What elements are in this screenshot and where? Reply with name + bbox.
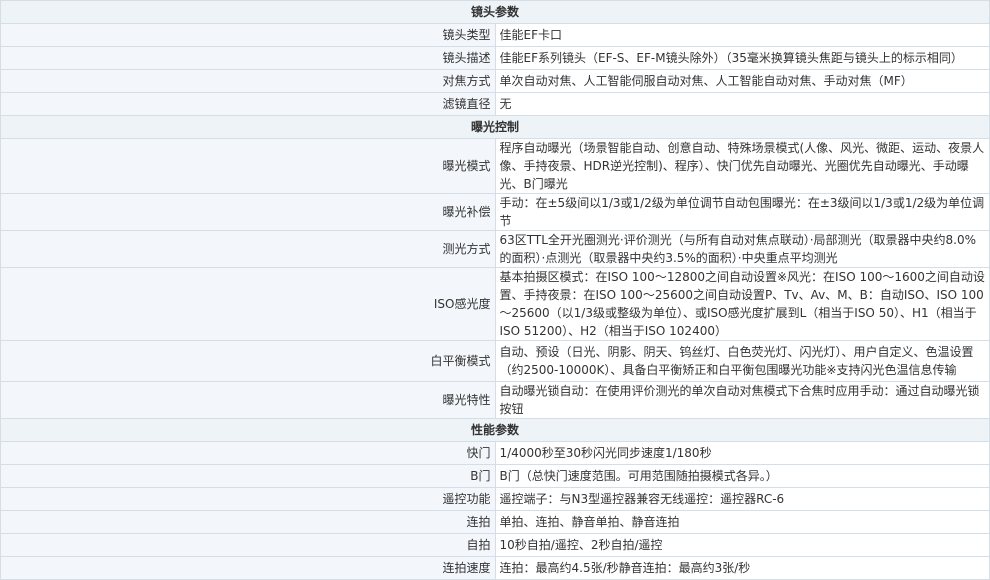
spec-label: 快门	[0, 441, 496, 465]
spec-label: 白平衡模式	[0, 340, 496, 382]
spec-row: 曝光补偿 手动：在±5级间以1/3或1/2级为单位调节自动包围曝光：在±3级间以…	[0, 193, 990, 231]
spec-value: 自动曝光锁自动：在使用评价测光的单次自动对焦模式下合焦时应用手动：通过自动曝光锁…	[494, 381, 990, 419]
spec-row: 连拍 单拍、连拍、静音单拍、静音连拍	[0, 510, 990, 534]
spec-row: 遥控功能 遥控端子：与N3型遥控器兼容无线遥控：遥控器RC-6	[0, 487, 990, 511]
spec-row: 曝光模式 程序自动曝光（场景智能自动、创意自动、特殊场景模式(人像、风光、微距、…	[0, 138, 990, 194]
spec-value: 连拍：最高约4.5张/秒静音连拍：最高约3张/秒	[494, 556, 990, 580]
spec-label: 连拍速度	[0, 556, 496, 580]
section-header-performance: 性能参数	[0, 418, 990, 442]
spec-value: 自动、预设（日光、阴影、阴天、钨丝灯、白色荧光灯、闪光灯）、用户自定义、色温设置…	[494, 340, 990, 382]
spec-label: 曝光补偿	[0, 193, 496, 231]
spec-table: 镜头参数 镜头类型 佳能EF卡口 镜头描述 佳能EF系列镜头（EF-S、EF-M…	[0, 0, 990, 580]
section-header-lens: 镜头参数	[0, 0, 990, 24]
section-title-exposure: 曝光控制	[0, 115, 990, 139]
section-title-performance: 性能参数	[0, 418, 990, 442]
section-header-exposure: 曝光控制	[0, 115, 990, 139]
spec-value: 遥控端子：与N3型遥控器兼容无线遥控：遥控器RC-6	[494, 487, 990, 511]
spec-row: 曝光特性 自动曝光锁自动：在使用评价测光的单次自动对焦模式下合焦时应用手动：通过…	[0, 381, 990, 419]
spec-label: 测光方式	[0, 230, 496, 268]
spec-value: 无	[494, 92, 990, 116]
spec-label: 镜头描述	[0, 46, 496, 70]
spec-value: 10秒自拍/遥控、2秒自拍/遥控	[494, 533, 990, 557]
spec-value: 单次自动对焦、人工智能伺服自动对焦、人工智能自动对焦、手动对焦（MF）	[494, 69, 990, 93]
spec-row: 自拍 10秒自拍/遥控、2秒自拍/遥控	[0, 533, 990, 557]
spec-label: 滤镜直径	[0, 92, 496, 116]
spec-row: 快门 1/4000秒至30秒闪光同步速度1/180秒	[0, 441, 990, 465]
spec-label: 对焦方式	[0, 69, 496, 93]
spec-label: 连拍	[0, 510, 496, 534]
spec-row: B门 B门（总快门速度范围。可用范围随拍摄模式各异。）	[0, 464, 990, 488]
section-title-lens: 镜头参数	[0, 0, 990, 24]
spec-row: ISO感光度 基本拍摄区模式：在ISO 100～12800之间自动设置※风光：在…	[0, 267, 990, 341]
spec-label: 自拍	[0, 533, 496, 557]
spec-value: 程序自动曝光（场景智能自动、创意自动、特殊场景模式(人像、风光、微距、运动、夜景…	[494, 138, 990, 194]
spec-label: 曝光模式	[0, 138, 496, 194]
spec-value: 佳能EF卡口	[494, 23, 990, 47]
spec-row: 对焦方式 单次自动对焦、人工智能伺服自动对焦、人工智能自动对焦、手动对焦（MF）	[0, 69, 990, 93]
spec-row: 镜头描述 佳能EF系列镜头（EF-S、EF-M镜头除外）（35毫米换算镜头焦距与…	[0, 46, 990, 70]
spec-label: 曝光特性	[0, 381, 496, 419]
spec-label: ISO感光度	[0, 267, 496, 341]
spec-label: B门	[0, 464, 496, 488]
spec-label: 遥控功能	[0, 487, 496, 511]
spec-row: 连拍速度 连拍：最高约4.5张/秒静音连拍：最高约3张/秒	[0, 556, 990, 580]
spec-value: 单拍、连拍、静音单拍、静音连拍	[494, 510, 990, 534]
spec-row: 滤镜直径 无	[0, 92, 990, 116]
spec-row: 白平衡模式 自动、预设（日光、阴影、阴天、钨丝灯、白色荧光灯、闪光灯）、用户自定…	[0, 340, 990, 382]
spec-value: 手动：在±5级间以1/3或1/2级为单位调节自动包围曝光：在±3级间以1/3或1…	[494, 193, 990, 231]
spec-value: 1/4000秒至30秒闪光同步速度1/180秒	[494, 441, 990, 465]
spec-value: B门（总快门速度范围。可用范围随拍摄模式各异。）	[494, 464, 990, 488]
spec-row: 测光方式 63区TTL全开光圈测光·评价测光（与所有自动对焦点联动）·局部测光（…	[0, 230, 990, 268]
spec-row: 镜头类型 佳能EF卡口	[0, 23, 990, 47]
spec-label: 镜头类型	[0, 23, 496, 47]
spec-value: 基本拍摄区模式：在ISO 100～12800之间自动设置※风光：在ISO 100…	[494, 267, 990, 341]
spec-value: 佳能EF系列镜头（EF-S、EF-M镜头除外）（35毫米换算镜头焦距与镜头上的标…	[494, 46, 990, 70]
spec-value: 63区TTL全开光圈测光·评价测光（与所有自动对焦点联动）·局部测光（取景器中央…	[494, 230, 990, 268]
